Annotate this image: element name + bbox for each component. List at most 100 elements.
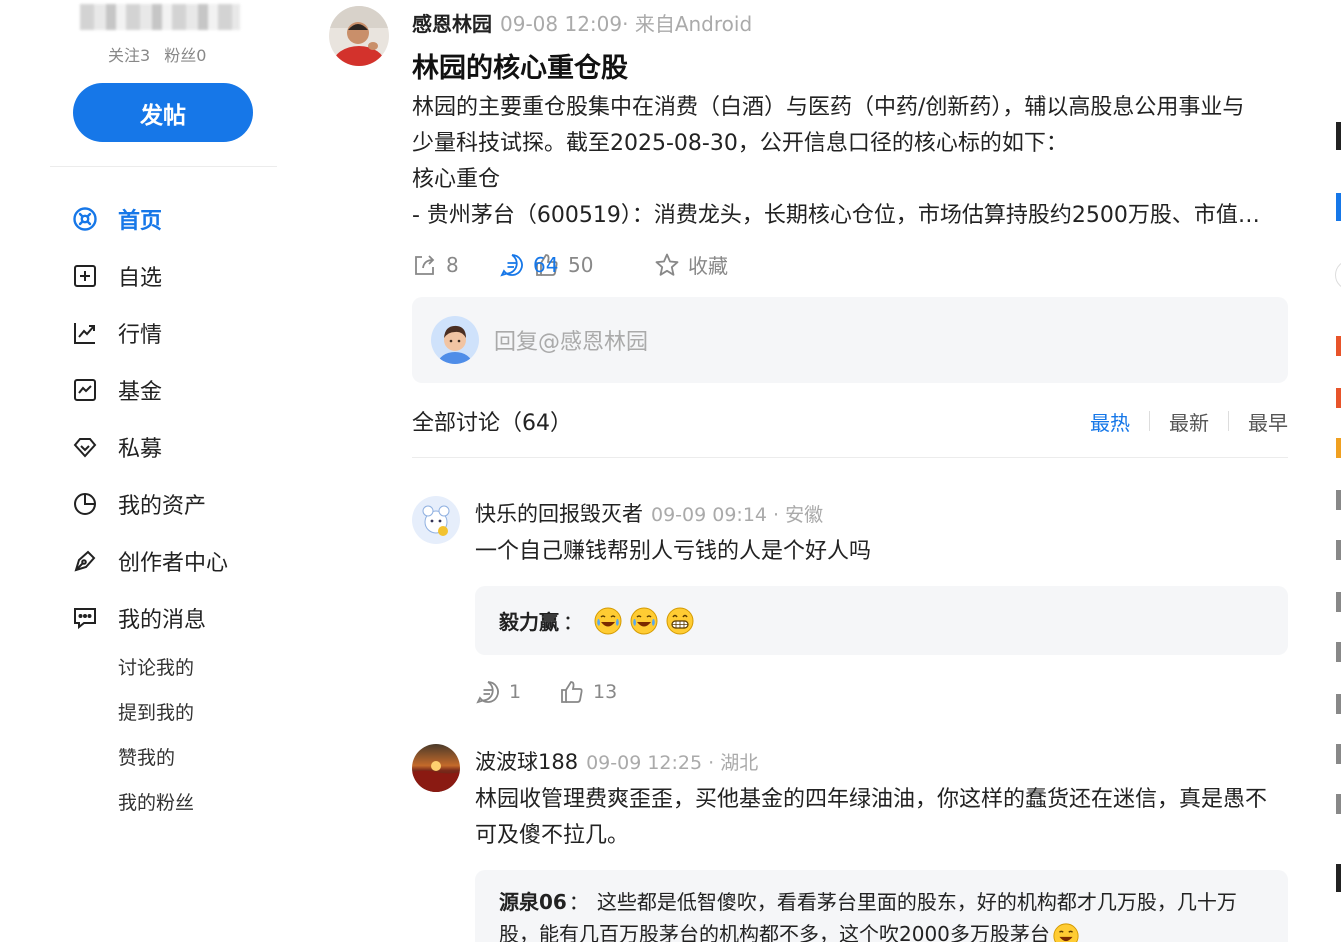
comment-button[interactable]: 64 xyxy=(499,252,615,278)
submenu-item-liked-me[interactable]: 赞我的 xyxy=(118,736,282,781)
comment-text: 林园收管理费爽歪歪，买他基金的四年绿油油，你这样的蠢货还在迷信，真是愚不 可及傻… xyxy=(475,782,1288,854)
nested-reply[interactable]: 源泉06： 这些都是低智傻吹，看看茅台里面的股东，好的机构都才几万股，几十万 股，… xyxy=(475,870,1288,942)
pen-icon xyxy=(74,550,96,571)
comment-icon xyxy=(500,253,523,276)
commenter-avatar[interactable] xyxy=(412,744,460,792)
commenter-avatar[interactable] xyxy=(412,496,460,544)
post-body-line: 核心重仓 xyxy=(412,167,501,192)
sidebar-item-creator-center[interactable]: 创作者中心 xyxy=(72,532,282,589)
tab-divider xyxy=(1149,411,1150,431)
home-icon xyxy=(73,206,97,231)
rank-marker xyxy=(1336,744,1341,764)
diamond-icon xyxy=(73,437,97,457)
comment-meta: 波波球188 09-09 12:25 · 湖北 xyxy=(475,746,758,776)
sidebar-item-label: 我的资产 xyxy=(118,493,207,519)
comment-like-count: 13 xyxy=(593,681,618,703)
message-icon xyxy=(74,607,96,629)
messages-submenu: 讨论我的 提到我的 赞我的 我的粉丝 xyxy=(72,646,282,826)
comment-timestamp: 09-09 09:14 · 安徽 xyxy=(651,504,824,526)
current-user-avatar xyxy=(431,316,479,364)
fund-chart-icon xyxy=(74,378,96,401)
reply-input[interactable]: 回复@感恩林园 xyxy=(412,297,1288,383)
right-column-heading-fragment xyxy=(1336,122,1341,150)
sidebar-divider xyxy=(50,166,277,167)
new-post-button[interactable]: 发帖 xyxy=(73,83,253,142)
sidebar-item-label: 行情 xyxy=(118,322,163,348)
post-body[interactable]: 林园的主要重仓股集中在消费（白酒）与医药（中药/创新药），辅以高股息公用事业与 … xyxy=(412,90,1282,234)
comment-timestamp: 09-09 12:25 · 湖北 xyxy=(586,752,759,774)
fans-count[interactable]: 粉丝0 xyxy=(164,46,206,65)
post-timestamp: 09-08 12:09· 来自Android xyxy=(500,12,753,36)
rank-marker xyxy=(1336,336,1341,356)
grin-emoji xyxy=(666,607,694,634)
sidebar-item-market[interactable]: 行情 xyxy=(72,304,282,361)
author-avatar[interactable] xyxy=(329,6,389,66)
submenu-item-mentioned-me[interactable]: 提到我的 xyxy=(118,691,282,736)
rank-marker xyxy=(1336,694,1341,714)
sidebar-item-label: 首页 xyxy=(118,208,163,234)
rank-marker xyxy=(1336,540,1341,560)
following-count[interactable]: 关注3 xyxy=(108,46,150,65)
comment-reply-button[interactable]: 1 xyxy=(475,679,559,705)
comment-actions: 1 13 xyxy=(475,679,617,705)
post-author-name[interactable]: 感恩林园 xyxy=(412,12,492,36)
comment-item: 快乐的回报毁灭者 09-09 09:14 · 安徽 一个自己赚钱帮别人亏钱的人是个… xyxy=(412,496,1288,716)
right-column-clipped xyxy=(1330,0,1341,942)
discussion-divider xyxy=(412,457,1288,458)
reply-author[interactable]: 源泉06 xyxy=(499,890,567,914)
comment-icon xyxy=(476,681,499,704)
reply-author[interactable]: 毅力赢 xyxy=(499,606,559,635)
follow-stats: 关注3 粉丝0 xyxy=(108,42,206,66)
sidebar-item-label: 创作者中心 xyxy=(118,550,229,576)
rank-marker xyxy=(1336,490,1341,510)
comment-count: 64 xyxy=(533,252,559,277)
sidebar-item-messages[interactable]: 我的消息 xyxy=(72,589,282,646)
post-meta: 感恩林园 09-08 12:09· 来自Android xyxy=(412,8,752,37)
rank-marker xyxy=(1336,438,1341,458)
right-column-icon xyxy=(1335,260,1341,290)
submenu-item-discussed-me[interactable]: 讨论我的 xyxy=(118,646,282,691)
rank-marker xyxy=(1336,794,1341,814)
rank-marker xyxy=(1336,388,1341,408)
nested-reply[interactable]: 毅力赢： xyxy=(475,586,1288,655)
discussion-title: 全部讨论（64） xyxy=(412,411,572,436)
favorite-button[interactable]: 收藏 xyxy=(654,250,728,279)
rank-marker xyxy=(1336,642,1341,662)
tab-newest[interactable]: 最新 xyxy=(1169,407,1209,436)
pie-chart-icon xyxy=(74,492,96,515)
post-title: 林园的核心重仓股 xyxy=(412,53,628,84)
share-icon xyxy=(415,254,435,275)
post-detail: 感恩林园 09-08 12:09· 来自Android 林园的核心重仓股 林园的主… xyxy=(325,0,1295,942)
sidebar-item-fund[interactable]: 基金 xyxy=(72,361,282,418)
commenter-name[interactable]: 波波球188 xyxy=(475,750,578,774)
blurred-username xyxy=(80,4,240,30)
sidebar-item-home[interactable]: 首页 xyxy=(72,190,282,247)
tab-divider xyxy=(1228,411,1229,431)
post-actions: 8 64 50 收藏 xyxy=(412,250,728,279)
reply-separator: ： xyxy=(568,890,589,914)
comment-text: 一个自己赚钱帮别人亏钱的人是个好人吗 xyxy=(475,539,872,564)
sidebar-item-label: 自选 xyxy=(118,265,163,291)
submenu-item-my-fans[interactable]: 我的粉丝 xyxy=(118,781,282,826)
reply-placeholder: 回复@感恩林园 xyxy=(494,330,649,355)
tab-hottest[interactable]: 最热 xyxy=(1090,407,1130,436)
trend-chart-icon xyxy=(74,322,95,344)
reply-text-continued: 股，能有几百万股茅台的机构都不多，这个吹2000多万股茅台 xyxy=(499,922,1050,942)
laughing-tears-emoji xyxy=(630,607,658,634)
comment-reply-count: 1 xyxy=(509,681,522,703)
sidebar-nav: 首页 自选 行情 基金 私募 我的资产 创作者中心 我的消息 讨论我的 提到我的… xyxy=(72,190,282,826)
rank-marker xyxy=(1336,592,1341,612)
sidebar-item-my-assets[interactable]: 我的资产 xyxy=(72,475,282,532)
post-body-line: 少量科技试探。截至2025-08-30，公开信息口径的核心标的如下： xyxy=(412,131,1068,156)
share-count: 8 xyxy=(446,252,459,277)
sidebar-item-label: 我的消息 xyxy=(118,607,207,633)
right-column-link-fragment xyxy=(1336,193,1341,221)
tab-oldest[interactable]: 最早 xyxy=(1248,407,1288,436)
sidebar-item-private-fund[interactable]: 私募 xyxy=(72,418,282,475)
reply-separator: ： xyxy=(563,610,583,634)
star-icon xyxy=(655,253,679,276)
comment-text-line: 林园收管理费爽歪歪，买他基金的四年绿油油，你这样的蠢货还在迷信，真是愚不 xyxy=(475,787,1268,812)
sidebar-item-watchlist[interactable]: 自选 xyxy=(72,247,282,304)
commenter-name[interactable]: 快乐的回报毁灭者 xyxy=(475,502,643,526)
comment-like-button[interactable]: 13 xyxy=(559,679,617,705)
